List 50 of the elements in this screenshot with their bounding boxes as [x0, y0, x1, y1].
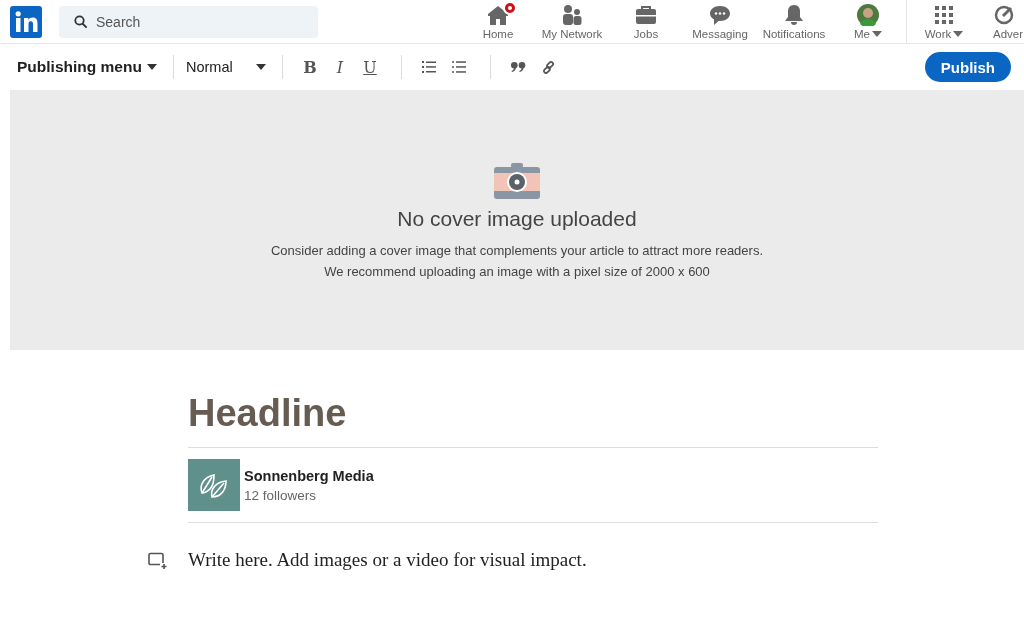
grid-icon: [934, 4, 954, 25]
add-media-icon[interactable]: [148, 551, 168, 569]
follower-count: 12 followers: [244, 487, 318, 503]
cover-hint: We recommend uploading an image with a pixel size of 2000 x 600: [324, 263, 710, 281]
nav-item[interactable]: Me: [831, 0, 905, 43]
caret-icon: [147, 64, 157, 70]
author-name[interactable]: Sonnenberg Media: [244, 467, 374, 484]
cover-title: No cover image uploaded: [397, 207, 637, 231]
nav-label: Home: [482, 27, 514, 40]
nav-item[interactable]: Notifications: [757, 0, 831, 43]
search-field[interactable]: Search: [59, 5, 318, 38]
chat-bubble-icon: [708, 3, 732, 26]
nav-item[interactable]: Adver: [993, 0, 1024, 43]
format-button[interactable]: U: [355, 57, 385, 77]
body-field[interactable]: Write here. Add images or a video for visual impact.: [188, 549, 587, 571]
briefcase-icon: [634, 3, 658, 26]
pencil-circle-icon: [993, 3, 1015, 26]
cover-image-area[interactable]: No cover image uploaded Consider adding a cover image that complements your article to attract more readers. We recommend uploading an image with a pixel size of 2000 x 600: [10, 90, 1024, 350]
nav-item[interactable]: Home: [461, 0, 535, 43]
publishing-menu-dropdown[interactable]: Publishing menu: [17, 58, 157, 76]
quote-icon[interactable]: [511, 62, 526, 72]
people-icon: [560, 3, 584, 26]
camera-icon: [494, 163, 540, 199]
text-style-dropdown[interactable]: Normal: [186, 59, 266, 75]
publish-button[interactable]: Publish: [924, 52, 1011, 82]
nav-item[interactable]: My Network: [535, 0, 609, 43]
nav-label: Messaging: [692, 27, 748, 40]
nav-item[interactable]: Jobs: [609, 0, 683, 43]
cover-hint: Consider adding a cover image that complements your article to attract more readers.: [270, 242, 764, 260]
caret-icon: [256, 64, 266, 70]
nav-label: Jobs: [633, 27, 659, 40]
leaf-logo-icon: [188, 459, 240, 511]
bell-icon: [782, 3, 806, 26]
bullet-list-icon[interactable]: [452, 61, 466, 73]
nav-label: Me: [854, 27, 870, 40]
nav-label: Notifications: [762, 27, 826, 40]
link-icon[interactable]: [542, 60, 555, 74]
search-icon: [74, 14, 88, 29]
nav-label: Adver: [993, 27, 1024, 40]
nav-item[interactable]: Messaging: [683, 0, 757, 43]
logo-icon[interactable]: [10, 5, 42, 38]
nav-item[interactable]: Work: [907, 0, 981, 43]
nav-label: Work: [924, 27, 952, 40]
format-button[interactable]: I: [325, 57, 355, 77]
headline-field[interactable]: Headline: [188, 350, 878, 448]
house-icon: [486, 3, 510, 26]
format-button[interactable]: B: [295, 57, 325, 77]
avatar-icon: [857, 3, 879, 26]
nav-label: My Network: [541, 27, 603, 40]
numbered-list-icon[interactable]: [422, 61, 436, 73]
